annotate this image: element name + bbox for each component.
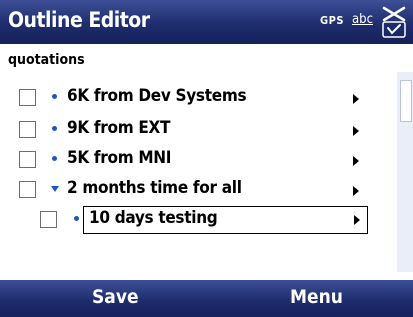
scrollbar-thumb[interactable]	[400, 80, 412, 122]
bullet-icon	[52, 94, 57, 99]
submenu-arrow-icon[interactable]	[354, 215, 360, 225]
bullet-icon	[52, 156, 57, 161]
bullet-icon	[52, 126, 57, 131]
submenu-arrow-icon[interactable]	[353, 186, 359, 196]
checkbox[interactable]	[19, 89, 36, 106]
checkbox[interactable]	[19, 181, 36, 198]
app-title: Outline Editor	[8, 8, 150, 32]
outline-item-editing[interactable]: 10 days testing	[0, 206, 395, 236]
document-title: quotations	[8, 52, 85, 68]
outline-item[interactable]: 5K from MNI	[0, 146, 395, 176]
submenu-arrow-icon[interactable]	[353, 156, 359, 166]
input-mode-indicator[interactable]: abc	[352, 12, 373, 27]
close-icon[interactable]	[378, 4, 410, 40]
outline-item[interactable]: 2 months time for all	[0, 176, 395, 206]
outline-item[interactable]: 6K from Dev Systems	[0, 84, 395, 114]
gps-indicator: GPS	[320, 14, 344, 27]
softkey-bar: Save Menu	[0, 280, 413, 317]
outline-item-text[interactable]: 10 days testing	[89, 208, 218, 228]
bullet-icon	[74, 216, 79, 221]
save-softkey[interactable]: Save	[92, 286, 139, 308]
checkbox[interactable]	[19, 121, 36, 138]
outline-item-text: 6K from Dev Systems	[67, 86, 247, 106]
outline-item[interactable]: 9K from EXT	[0, 116, 395, 146]
submenu-arrow-icon[interactable]	[353, 94, 359, 104]
edit-field[interactable]: 10 days testing	[83, 206, 368, 234]
expanded-triangle-icon[interactable]	[51, 186, 59, 192]
title-bar: Outline Editor GPS abc	[0, 0, 413, 44]
checkbox[interactable]	[19, 151, 36, 168]
menu-softkey[interactable]: Menu	[290, 286, 343, 308]
checkbox[interactable]	[40, 211, 57, 228]
outline-item-text: 2 months time for all	[67, 178, 242, 198]
submenu-arrow-icon[interactable]	[353, 126, 359, 136]
outline-item-text: 9K from EXT	[67, 118, 171, 138]
outline-item-text: 5K from MNI	[67, 148, 172, 168]
